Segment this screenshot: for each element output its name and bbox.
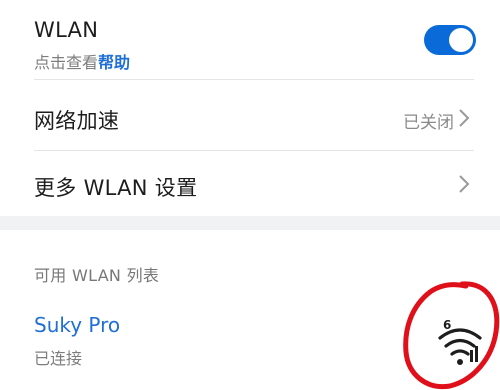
wlan-subtitle-text: 点击查看: [34, 53, 99, 72]
wlan-toggle[interactable]: [424, 25, 476, 55]
network-name: Suky Pro: [34, 313, 121, 337]
chevron-right-icon: [459, 175, 470, 193]
toggle-knob: [449, 28, 473, 52]
more-wlan-settings-label: 更多 WLAN 设置: [34, 176, 198, 200]
network-status: 已连接: [34, 349, 83, 368]
chevron-right-icon: [459, 109, 470, 127]
wlan-subtitle: 点击查看帮助: [34, 49, 130, 73]
help-link[interactable]: 帮助: [98, 53, 130, 72]
divider: [34, 79, 474, 80]
wifi-6-badge: 6: [443, 318, 452, 332]
wifi-signal-icon: [403, 281, 500, 390]
wlan-title: WLAN: [34, 18, 99, 42]
network-acceleration-label: 网络加速: [34, 109, 120, 133]
divider: [34, 150, 474, 151]
settings-card: WLAN 点击查看帮助 网络加速 已关闭 更多 WLAN 设置: [0, 0, 500, 216]
network-acceleration-value: 已关闭: [403, 113, 454, 133]
available-networks-header: 可用 WLAN 列表: [34, 266, 160, 285]
